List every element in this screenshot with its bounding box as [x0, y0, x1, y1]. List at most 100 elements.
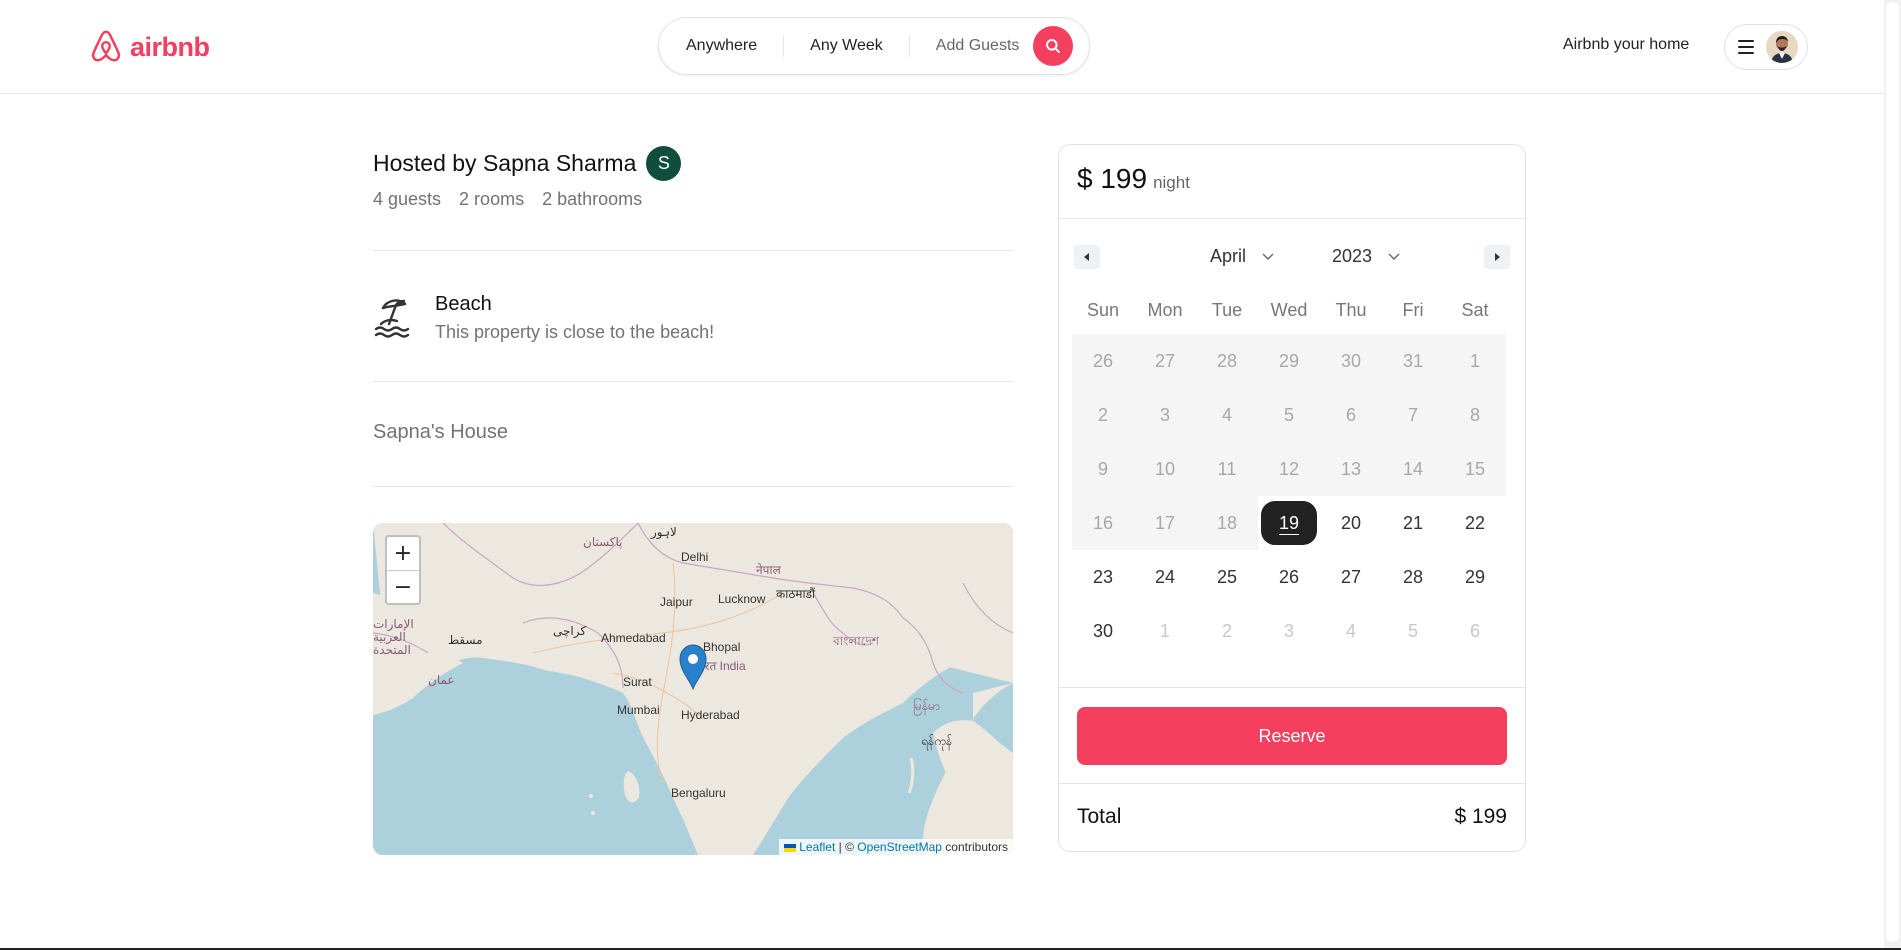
calendar-day: 31	[1382, 334, 1444, 388]
search-anywhere[interactable]: Anywhere	[659, 35, 783, 57]
weekday-label: Sat	[1461, 300, 1489, 320]
airbnb-logo-icon	[91, 30, 121, 62]
calendar-day: 12	[1258, 442, 1320, 496]
prev-month-button[interactable]	[1074, 245, 1100, 269]
calendar-day[interactable]: 23	[1072, 550, 1134, 604]
calendar-day-label: 10	[1154, 458, 1176, 479]
map-label: Lucknow	[718, 592, 766, 606]
calendar-day[interactable]: 21	[1382, 496, 1444, 550]
calendar-day: 16	[1072, 496, 1134, 550]
calendar-days: 26 27 28 29 30 31 1 2 3 4 5 6 7 8 9 10 11 12 13 14 15 16 17 18 1…	[1072, 334, 1506, 658]
price-unit: night	[1153, 173, 1190, 192]
osm-link[interactable]: OpenStreetMap	[857, 840, 942, 854]
calendar-day-label: 5	[1283, 404, 1294, 425]
scrollbar[interactable]	[1884, 0, 1901, 950]
map-label: မြန်မာ	[913, 699, 940, 713]
weekday-label: Mon	[1147, 300, 1183, 320]
user-menu-button[interactable]	[1724, 24, 1808, 70]
weekday-header: Sun Mon Tue Wed Thu Fri Sat	[1072, 300, 1506, 321]
map-label: Bengaluru	[671, 786, 726, 800]
map-attribution: Leaflet | © OpenStreetMap contributors	[779, 839, 1013, 855]
calendar-day: 3	[1134, 388, 1196, 442]
calendar-day-label: 31	[1402, 350, 1424, 371]
calendar-day[interactable]: 22	[1444, 496, 1506, 550]
host-title: Hosted by Sapna Sharma S	[373, 146, 682, 181]
calendar-day[interactable]: 25	[1196, 550, 1258, 604]
calendar-day-label: 1	[1469, 350, 1480, 371]
category-text: Beach This property is close to the beac…	[435, 292, 714, 343]
map-label: Bhopal	[703, 640, 741, 654]
arrow-left-icon	[1084, 253, 1089, 261]
calendar-day: 11	[1196, 442, 1258, 496]
calendar-day: 4	[1196, 388, 1258, 442]
calendar-day-label: 20	[1340, 512, 1362, 533]
calendar-day-label: 14	[1402, 458, 1424, 479]
location-map[interactable]: پاکستان لاہور Delhi नेपाल काठमाडौं Jaipu…	[373, 523, 1013, 855]
search-icon	[1046, 39, 1061, 53]
calendar-day[interactable]: 24	[1134, 550, 1196, 604]
calendar-day-label: 9	[1097, 458, 1108, 479]
calendar-day-label: 27	[1340, 566, 1362, 587]
calendar-day: 18	[1196, 496, 1258, 550]
calendar-day[interactable]: 20	[1320, 496, 1382, 550]
scrollbar-thumb[interactable]	[1886, 2, 1899, 942]
calendar-day[interactable]: 30	[1072, 604, 1134, 658]
total-value: $ 199	[1454, 805, 1507, 828]
calendar-day: 7	[1382, 388, 1444, 442]
weekday-label: Sun	[1086, 300, 1120, 320]
beach-umbrella-icon	[374, 299, 410, 338]
next-month-button[interactable]	[1484, 245, 1510, 269]
map-label: كراچی	[553, 624, 587, 638]
chevron-down-icon	[1262, 253, 1274, 260]
brand-name: airbnb	[130, 31, 210, 62]
year-value: 2023	[1332, 246, 1373, 266]
calendar-day: 13	[1320, 442, 1382, 496]
calendar-day[interactable]: 26	[1258, 550, 1320, 604]
calendar-day-label: 29	[1464, 566, 1486, 587]
leaflet-link[interactable]: Leaflet	[799, 840, 835, 854]
navbar: airbnb Anywhere Any Week Add Guests Airb…	[0, 0, 1901, 94]
calendar-day-label: 26	[1092, 350, 1114, 371]
map-label: Hyderabad	[681, 708, 740, 722]
calendar-day: 10	[1134, 442, 1196, 496]
calendar-day: 26	[1072, 334, 1134, 388]
user-avatar	[1766, 31, 1798, 63]
location-pin-icon[interactable]	[678, 644, 708, 690]
search-bar[interactable]: Anywhere Any Week Add Guests	[658, 17, 1090, 75]
reserve-button[interactable]: Reserve	[1077, 707, 1507, 765]
calendar-day-label: 15	[1464, 458, 1486, 479]
calendar-day-label: 30	[1340, 350, 1362, 371]
search-add-guests[interactable]: Add Guests	[908, 35, 1032, 57]
total-label: Total	[1077, 805, 1122, 828]
search-any-week[interactable]: Any Week	[783, 35, 909, 57]
calendar-day-label: 11	[1217, 458, 1237, 479]
ukraine-flag-icon	[784, 843, 797, 852]
divider	[373, 486, 1013, 487]
calendar-day: 2	[1072, 388, 1134, 442]
divider	[1059, 783, 1525, 784]
divider	[1059, 687, 1525, 688]
attribution-separator: | ©	[835, 840, 858, 854]
calendar-day[interactable]: 28	[1382, 550, 1444, 604]
calendar-day: 1	[1134, 604, 1196, 658]
airbnb-logo[interactable]: airbnb	[88, 28, 210, 66]
calendar-day-label: 26	[1278, 566, 1300, 587]
calendar-day-selected[interactable]: 19	[1258, 496, 1320, 550]
search-button[interactable]	[1033, 26, 1074, 66]
map-label: Surat	[623, 675, 652, 689]
month-select[interactable]: April	[1210, 246, 1274, 267]
map-label: الإمارات العربية المتحدة	[373, 617, 414, 657]
calendar-day: 17	[1134, 496, 1196, 550]
calendar-day-label: 4	[1221, 404, 1232, 425]
map-label: বাংলাদেশ	[833, 634, 879, 648]
zoom-in-button[interactable]: +	[387, 537, 419, 570]
calendar-day[interactable]: 27	[1320, 550, 1382, 604]
zoom-out-button[interactable]: −	[387, 570, 419, 603]
calendar-day: 5	[1382, 604, 1444, 658]
calendar-day: 1	[1444, 334, 1506, 388]
year-select[interactable]: 2023	[1332, 246, 1400, 267]
map-label: لاہور	[651, 525, 677, 539]
map-label: Delhi	[681, 550, 709, 564]
airbnb-your-home-link[interactable]: Airbnb your home	[1563, 36, 1689, 54]
calendar-day[interactable]: 29	[1444, 550, 1506, 604]
